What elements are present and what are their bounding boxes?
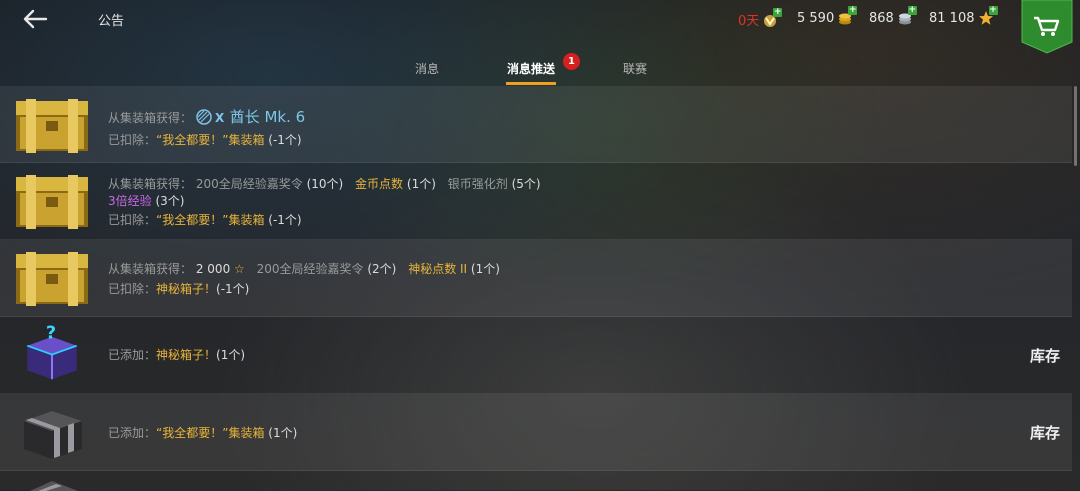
silver-container-icon (24, 411, 82, 459)
free-xp-balance[interactable]: 81 108 + (929, 6, 998, 26)
list-item: 从集装箱获得： 200全局经验嘉奖令 (10个) 金币点数 (1个) 银币强化剂… (0, 163, 1072, 240)
silver-balance[interactable]: 868 + (869, 6, 917, 26)
deducted-label: 已扣除： (108, 282, 157, 296)
reward-name: 银币强化剂 (447, 177, 508, 191)
deducted-item: “我全都要！”集装箱 (156, 133, 265, 147)
list-item: ? 已添加：神秘箱子！(1个) 库存 (0, 317, 1072, 394)
deducted-line: 已扣除：“我全都要！”集装箱 (-1个) (108, 131, 302, 148)
deducted-item: 神秘箱子！ (156, 282, 217, 296)
deducted-item: “我全都要！”集装箱 (156, 213, 265, 227)
added-line: 已添加：神秘箱子！(1个) (108, 346, 245, 363)
reward-name: 3倍经验 (108, 194, 152, 208)
added-count: (1个) (268, 426, 298, 440)
reward-count: (3个) (155, 194, 185, 208)
star-icon: ☆ (234, 262, 245, 276)
received-line-cont: 3倍经验 (3个) (108, 192, 184, 209)
star-icon: + (978, 6, 998, 26)
added-line: 已添加：“我全都要！”集装箱 (1个) (108, 424, 297, 441)
list-item (0, 471, 1072, 491)
gold-balance[interactable]: 5 590 + (797, 6, 858, 26)
list-item: 从集装箱获得： 2 000 ☆ 200全局经验嘉奖令 (2个) 神秘点数 II … (0, 240, 1072, 317)
added-item: 神秘箱子！ (156, 348, 217, 362)
reward-name: 200全局经验嘉奖令 (195, 177, 303, 191)
reward-name: 神秘点数 II (408, 262, 468, 276)
free-xp-value: 81 108 (929, 10, 975, 26)
silver-value: 868 (869, 10, 894, 26)
received-line: 从集装箱获得： 200全局经验嘉奖令 (10个) 金币点数 (1个) 银币强化剂… (108, 175, 541, 192)
page-title: 公告 (98, 14, 125, 29)
received-label: 从集装箱获得： (108, 177, 193, 191)
container-icon-partial (30, 481, 78, 491)
received-label: 从集装箱获得： (108, 111, 193, 125)
mystery-box-icon: ? (26, 324, 78, 380)
gold-value: 5 590 (797, 10, 835, 26)
gold-container-icon (16, 175, 88, 229)
reward-name: 200全局经验嘉奖令 (256, 262, 364, 276)
reward-count: (2个) (367, 262, 397, 276)
premium-days[interactable]: 0天 + (738, 7, 783, 29)
reward-tank-name: 酋长 Mk. 6 (229, 108, 306, 126)
silver-coins-icon: + (897, 6, 917, 26)
inventory-button[interactable]: 库存 (1030, 422, 1060, 443)
tier-x-icon: X (196, 109, 226, 128)
notification-badge: 1 (563, 53, 580, 70)
reward-amount: 2 000 (195, 262, 231, 276)
inventory-button[interactable]: 库存 (1030, 345, 1060, 366)
back-arrow-icon[interactable] (22, 8, 48, 30)
gold-coins-icon: + (837, 6, 858, 26)
tab-league[interactable]: 联赛 (623, 60, 647, 77)
reward-count: (5个) (511, 177, 541, 191)
reward-name: 金币点数 (355, 177, 404, 191)
scrollbar[interactable] (1074, 86, 1077, 166)
tab-messages[interactable]: 消息 (415, 60, 439, 77)
shop-cart-button[interactable] (1020, 0, 1074, 54)
deducted-line: 已扣除：“我全都要！”集装箱 (-1个) (108, 211, 302, 228)
reward-count: (10个) (306, 177, 344, 191)
gold-container-icon (16, 99, 88, 153)
list-item: 已添加：“我全都要！”集装箱 (1个) 库存 (0, 394, 1072, 471)
gold-container-icon (16, 252, 88, 306)
added-count: (1个) (216, 348, 246, 362)
svg-text:X: X (215, 111, 225, 125)
received-line: 从集装箱获得： 2 000 ☆ 200全局经验嘉奖令 (2个) 神秘点数 II … (108, 260, 500, 277)
list-item: 从集装箱获得： X 酋长 Mk. 6 已扣除：“我全都要！”集装箱 (-1个) (0, 86, 1072, 163)
deducted-count: (-1个) (216, 282, 250, 296)
received-label: 从集装箱获得： (108, 262, 193, 276)
top-bar: 公告 0天 + 5 590 + 868 + 81 108 + (0, 0, 1080, 54)
deducted-count: (-1个) (268, 133, 302, 147)
svg-text:?: ? (46, 324, 56, 344)
deducted-label: 已扣除： (108, 213, 157, 227)
reward-count: (1个) (470, 262, 500, 276)
active-tab-indicator (506, 82, 556, 85)
added-label: 已添加： (108, 426, 157, 440)
premium-days-value: 0天 (738, 14, 760, 29)
tab-push-notifications[interactable]: 消息推送 (507, 60, 555, 77)
premium-icon: + (762, 7, 783, 28)
reward-count: (1个) (406, 177, 436, 191)
deducted-label: 已扣除： (108, 133, 157, 147)
added-item: “我全都要！”集装箱 (156, 426, 265, 440)
deducted-count: (-1个) (268, 213, 302, 227)
deducted-line: 已扣除：神秘箱子！(-1个) (108, 280, 249, 297)
added-label: 已添加： (108, 348, 157, 362)
received-line: 从集装箱获得： X 酋长 Mk. 6 (108, 106, 305, 128)
message-list: 从集装箱获得： X 酋长 Mk. 6 已扣除：“我全都要！”集装箱 (-1个) … (0, 86, 1076, 491)
